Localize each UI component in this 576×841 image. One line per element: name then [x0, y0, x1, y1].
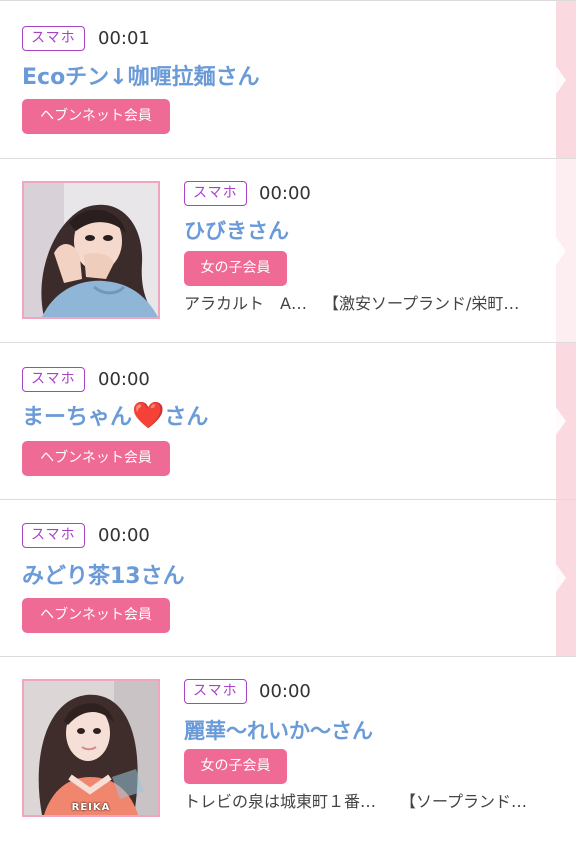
- heart-icon: ❤️: [132, 401, 165, 431]
- thumbnail-caption: REIKA: [71, 802, 111, 813]
- visitor-name[interactable]: まーちゃん❤️さん: [22, 399, 208, 431]
- visit-time: 00:00: [259, 183, 311, 204]
- shop-name: トレビの泉は城東町１番…: [184, 792, 377, 811]
- visitor-name[interactable]: Ecoチン↓咖喱拉麺さん: [22, 59, 260, 91]
- member-type-badge: ヘブンネット会員: [22, 441, 170, 476]
- shop-name: アラカルト A…: [184, 294, 307, 313]
- shop-category: 【激安ソープランド/栄町…: [322, 294, 520, 313]
- device-badge: スマホ: [184, 679, 247, 704]
- side-arrow-strip: [556, 343, 576, 499]
- list-item[interactable]: スマホ 00:00 まーちゃん❤️さん ヘブンネット会員: [0, 342, 576, 499]
- device-badge: スマホ: [22, 523, 85, 548]
- visit-time: 00:00: [98, 525, 150, 546]
- girl-photo-icon: [24, 183, 158, 317]
- visitor-name[interactable]: 麗華〜れいか〜さん: [184, 715, 373, 745]
- member-type-badge: 女の子会員: [184, 749, 287, 784]
- list-item[interactable]: スマホ 00:00 ひびきさん 女の子会員 アラカルト A… 【激安ソープランド/…: [0, 158, 576, 342]
- member-type-badge: 女の子会員: [184, 251, 287, 286]
- device-badge: スマホ: [22, 26, 85, 51]
- shop-category: 【ソープランド…: [400, 792, 528, 811]
- list-item[interactable]: REIKA スマホ 00:00 麗華〜れいか〜さん 女の子会員 トレビの泉は城東…: [0, 656, 576, 841]
- side-arrow-strip: [556, 159, 576, 342]
- visitor-name[interactable]: みどり茶13さん: [22, 558, 185, 590]
- visitor-name[interactable]: ひびきさん: [184, 215, 289, 245]
- list-item[interactable]: スマホ 00:00 みどり茶13さん ヘブンネット会員: [0, 499, 576, 656]
- girl-photo-icon: [24, 681, 158, 815]
- girl-thumbnail[interactable]: [22, 181, 160, 319]
- member-type-badge: ヘブンネット会員: [22, 99, 170, 134]
- visitor-list: スマホ 00:01 Ecoチン↓咖喱拉麺さん ヘブンネット会員 スマホ 00:0…: [0, 0, 576, 841]
- visit-time: 00:00: [259, 681, 311, 702]
- shop-info[interactable]: トレビの泉は城東町１番… 【ソープランド…: [184, 791, 527, 813]
- girl-thumbnail[interactable]: REIKA: [22, 679, 160, 817]
- side-arrow-strip: [556, 1, 576, 158]
- side-arrow-strip: [556, 500, 576, 656]
- shop-info[interactable]: アラカルト A… 【激安ソープランド/栄町…: [184, 293, 519, 315]
- device-badge: スマホ: [22, 367, 85, 392]
- device-badge: スマホ: [184, 181, 247, 206]
- visit-time: 00:00: [98, 369, 150, 390]
- visitor-name-text: まーちゃん: [22, 405, 133, 430]
- visitor-name-suffix: さん: [164, 405, 209, 430]
- list-item[interactable]: スマホ 00:01 Ecoチン↓咖喱拉麺さん ヘブンネット会員: [0, 0, 576, 158]
- member-type-badge: ヘブンネット会員: [22, 598, 170, 633]
- visit-time: 00:01: [98, 28, 150, 49]
